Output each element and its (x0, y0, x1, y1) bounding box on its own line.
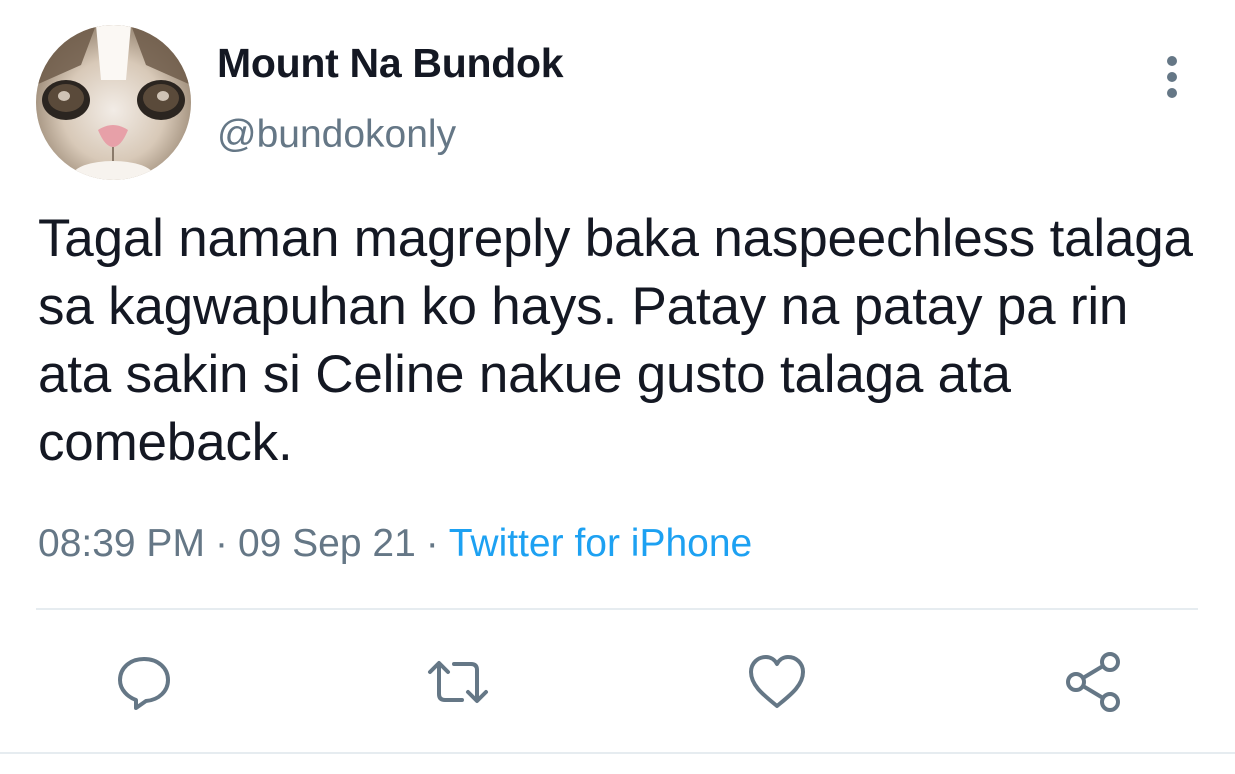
cat-avatar-icon (36, 25, 191, 180)
tweet-meta: 08:39 PM · 09 Sep 21 · Twitter for iPhone (38, 522, 752, 566)
more-vertical-icon[interactable] (1152, 52, 1192, 102)
tweet-time: 08:39 PM (38, 522, 205, 565)
meta-separator: · (425, 522, 439, 565)
share-icon (1066, 652, 1120, 712)
more-dot (1167, 88, 1177, 98)
heart-icon (749, 655, 805, 708)
divider (36, 608, 1198, 610)
tweet-card: Mount Na Bundok @bundokonly Tagal naman … (0, 0, 1235, 774)
more-dot (1167, 56, 1177, 66)
reply-button[interactable] (112, 650, 176, 714)
more-dot (1167, 72, 1177, 82)
retweet-button[interactable] (426, 650, 490, 714)
reply-icon (118, 657, 170, 710)
tweet-source-link[interactable]: Twitter for iPhone (449, 522, 752, 565)
avatar[interactable] (36, 25, 191, 180)
share-button[interactable] (1062, 650, 1126, 714)
bottom-divider (0, 752, 1235, 754)
like-button[interactable] (745, 650, 809, 714)
user-handle[interactable]: @bundokonly (217, 113, 456, 157)
tweet-text: Tagal naman magreply baka naspeechless t… (38, 209, 1193, 472)
retweet-icon (428, 661, 488, 703)
display-name[interactable]: Mount Na Bundok (217, 40, 564, 87)
meta-separator: · (214, 522, 228, 565)
tweet-date: 09 Sep 21 (237, 522, 416, 565)
